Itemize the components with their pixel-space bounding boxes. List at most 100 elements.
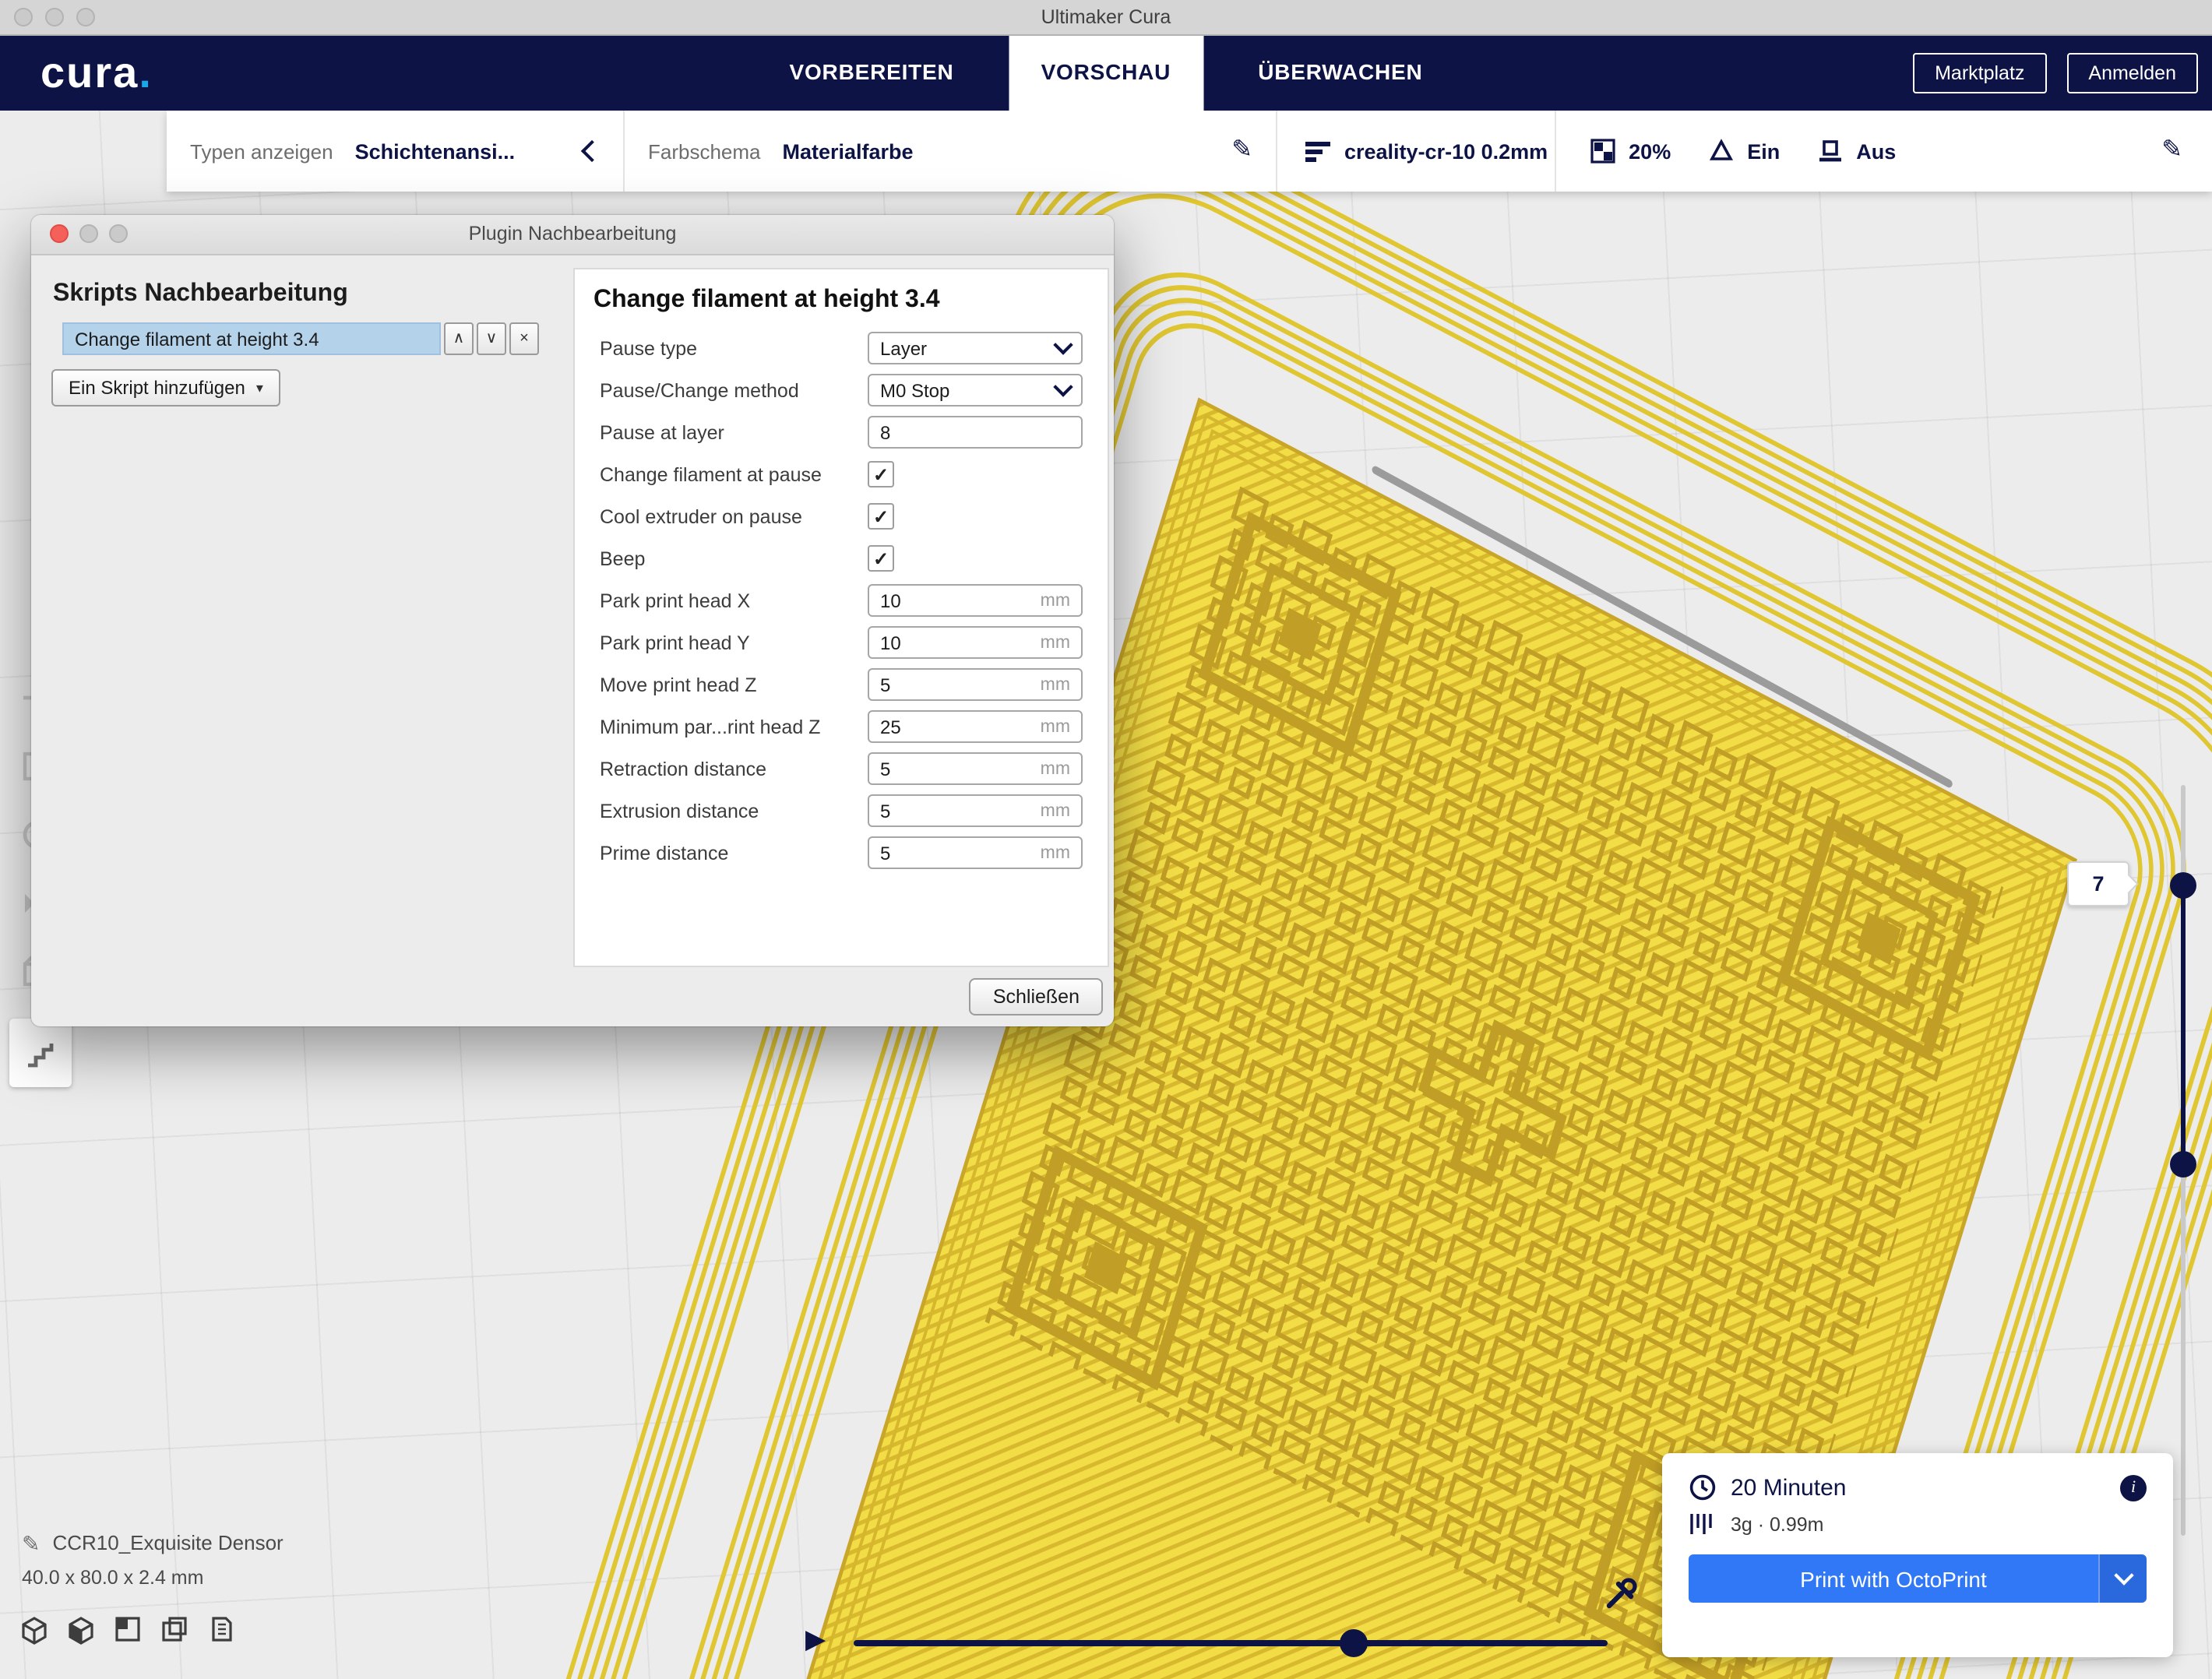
info-icon[interactable]: i xyxy=(2120,1474,2147,1501)
layer-slider-range[interactable] xyxy=(2181,885,2186,1163)
park-head-y-input[interactable]: 10mm xyxy=(868,626,1083,659)
layer-number: 7 xyxy=(2092,872,2104,896)
view-toolbar: Typen anzeigen Schichtenansi... Farbsche… xyxy=(167,111,2212,192)
support-value: Ein xyxy=(1747,139,1780,163)
dropdown-arrow-icon: ▾ xyxy=(256,379,263,396)
zoom-window-button[interactable] xyxy=(76,8,95,26)
print-button-group: Print with OctoPrint xyxy=(1689,1554,2147,1603)
macos-titlebar: Ultimaker Cura xyxy=(0,0,2212,36)
cura-logo: cura. xyxy=(41,34,153,111)
field-row: Park print head X 10mm xyxy=(575,579,1108,621)
field-label: Prime distance xyxy=(600,842,868,864)
playback-slider-track[interactable] xyxy=(854,1640,1608,1646)
support-setting[interactable]: Ein xyxy=(1708,139,1780,164)
tab-monitor[interactable]: ÜBERWACHEN xyxy=(1225,34,1455,111)
close-window-button[interactable] xyxy=(14,8,33,26)
tab-prepare[interactable]: VORBEREITEN xyxy=(757,34,987,111)
beep-checkbox[interactable]: ✓ xyxy=(868,545,894,572)
extrusion-distance-input[interactable]: 5mm xyxy=(868,794,1083,827)
field-label: Park print head X xyxy=(600,590,868,611)
view-cube-face-icon[interactable] xyxy=(65,1614,97,1645)
view-type-value[interactable]: Schichtenansi... xyxy=(355,139,516,163)
field-label: Pause at layer xyxy=(600,421,868,443)
sign-in-button[interactable]: Anmelden xyxy=(2066,52,2198,93)
layer-indicator-tooltip: 7 xyxy=(2067,861,2129,906)
add-script-label: Ein Skript hinzufügen xyxy=(69,377,245,399)
tab-preview[interactable]: VORSCHAU xyxy=(1009,34,1204,111)
object-view-icons xyxy=(19,1614,237,1645)
play-button[interactable]: ▶ xyxy=(805,1626,826,1653)
window-controls xyxy=(14,8,95,26)
field-row: Park print head Y 10mm xyxy=(575,621,1108,664)
view-type-section[interactable]: Typen anzeigen Schichtenansi... xyxy=(167,111,625,192)
layer-slider-upper-handle[interactable] xyxy=(2170,872,2196,899)
header-actions: Marktplatz Anmelden xyxy=(1893,34,2198,111)
prime-distance-input[interactable]: 5mm xyxy=(868,836,1083,869)
infill-setting[interactable]: 20% xyxy=(1590,139,1671,164)
material-estimate: 3g · 0.99m xyxy=(1731,1513,1824,1535)
color-scheme-section[interactable]: Farbschema Materialfarbe ✎ xyxy=(625,111,1277,192)
support-icon xyxy=(1708,139,1733,164)
model-name: CCR10_Exquisite Densor xyxy=(52,1531,283,1554)
pause-at-layer-input[interactable]: 8 xyxy=(868,416,1083,449)
minimum-park-head-z-input[interactable]: 25mm xyxy=(868,710,1083,743)
move-script-up-button[interactable]: ∧ xyxy=(444,322,474,355)
chevron-left-icon[interactable] xyxy=(581,140,603,162)
print-summary-panel: 20 Minuten i 3g · 0.99m Print with OctoP… xyxy=(1662,1453,2173,1657)
chevron-down-icon xyxy=(1053,335,1073,354)
change-filament-checkbox[interactable]: ✓ xyxy=(868,461,894,488)
active-script-item[interactable]: Change filament at height 3.4 xyxy=(62,322,441,355)
pages-icon[interactable] xyxy=(206,1614,237,1645)
field-row: Pause type Layer xyxy=(575,327,1108,369)
wrench-button[interactable] xyxy=(1601,1576,1639,1621)
wrench-icon xyxy=(1601,1576,1639,1614)
move-script-down-button[interactable]: ∨ xyxy=(477,322,506,355)
clock-icon xyxy=(1689,1473,1717,1501)
playback-slider-handle[interactable] xyxy=(1340,1629,1368,1657)
edit-print-settings-icon[interactable]: ✎ xyxy=(2161,139,2182,164)
close-dialog-button[interactable]: Schließen xyxy=(970,978,1103,1015)
post-processing-dialog: Plugin Nachbearbeitung Skripts Nachbearb… xyxy=(31,215,1114,1026)
dialog-titlebar[interactable]: Plugin Nachbearbeitung xyxy=(31,215,1114,255)
field-row: Prime distance 5mm xyxy=(575,832,1108,874)
print-time-estimate: 20 Minuten xyxy=(1731,1474,2106,1501)
view-cube-corner-icon[interactable] xyxy=(112,1614,143,1645)
marketplace-button[interactable]: Marktplatz xyxy=(1913,52,2046,93)
remove-script-button[interactable]: × xyxy=(509,322,539,355)
field-label: Cool extruder on pause xyxy=(600,505,868,527)
printer-profile-value[interactable]: creality-cr-10 0.2mm xyxy=(1344,139,1548,163)
edit-color-scheme-icon[interactable]: ✎ xyxy=(1231,139,1252,164)
dialog-zoom-button[interactable] xyxy=(109,224,128,243)
adhesion-setting[interactable]: Aus xyxy=(1817,139,1896,164)
support-blocker-button[interactable] xyxy=(9,1019,72,1087)
rename-model-icon[interactable]: ✎ xyxy=(22,1532,40,1554)
print-with-octoprint-button[interactable]: Print with OctoPrint xyxy=(1689,1554,2098,1603)
retraction-distance-input[interactable]: 5mm xyxy=(868,752,1083,785)
minimize-window-button[interactable] xyxy=(45,8,64,26)
overlap-squares-icon[interactable] xyxy=(159,1614,190,1645)
stage-tabs: VORBEREITEN VORSCHAU ÜBERWACHEN xyxy=(746,34,1467,111)
pause-type-select[interactable]: Layer xyxy=(868,332,1083,364)
add-script-dropdown[interactable]: Ein Skript hinzufügen ▾ xyxy=(51,369,280,407)
park-head-x-input[interactable]: 10mm xyxy=(868,584,1083,617)
layer-slider-lower-handle[interactable] xyxy=(2170,1151,2196,1177)
adhesion-icon xyxy=(1817,139,1842,164)
field-label: Change filament at pause xyxy=(600,463,868,485)
view-cube-solid-icon[interactable] xyxy=(19,1614,50,1645)
color-scheme-label: Farbschema xyxy=(648,139,761,163)
print-settings-section[interactable]: creality-cr-10 0.2mm 20% Ein Aus ✎ xyxy=(1277,111,2212,192)
dialog-minimize-button[interactable] xyxy=(79,224,98,243)
cool-extruder-checkbox[interactable]: ✓ xyxy=(868,503,894,530)
chevron-down-icon xyxy=(1053,377,1073,396)
model-info: ✎ CCR10_Exquisite Densor 40.0 x 80.0 x 2… xyxy=(22,1531,284,1589)
pause-method-select[interactable]: M0 Stop xyxy=(868,374,1083,407)
window-title: Ultimaker Cura xyxy=(0,0,2212,34)
dialog-close-button[interactable] xyxy=(50,224,69,243)
profile-icon xyxy=(1305,139,1330,164)
field-label: Move print head Z xyxy=(600,674,868,695)
field-row: Change filament at pause ✓ xyxy=(575,453,1108,495)
dialog-window-controls xyxy=(50,224,128,243)
print-options-dropdown[interactable] xyxy=(2098,1554,2147,1603)
move-head-z-input[interactable]: 5mm xyxy=(868,668,1083,701)
color-scheme-value[interactable]: Materialfarbe xyxy=(783,139,914,163)
